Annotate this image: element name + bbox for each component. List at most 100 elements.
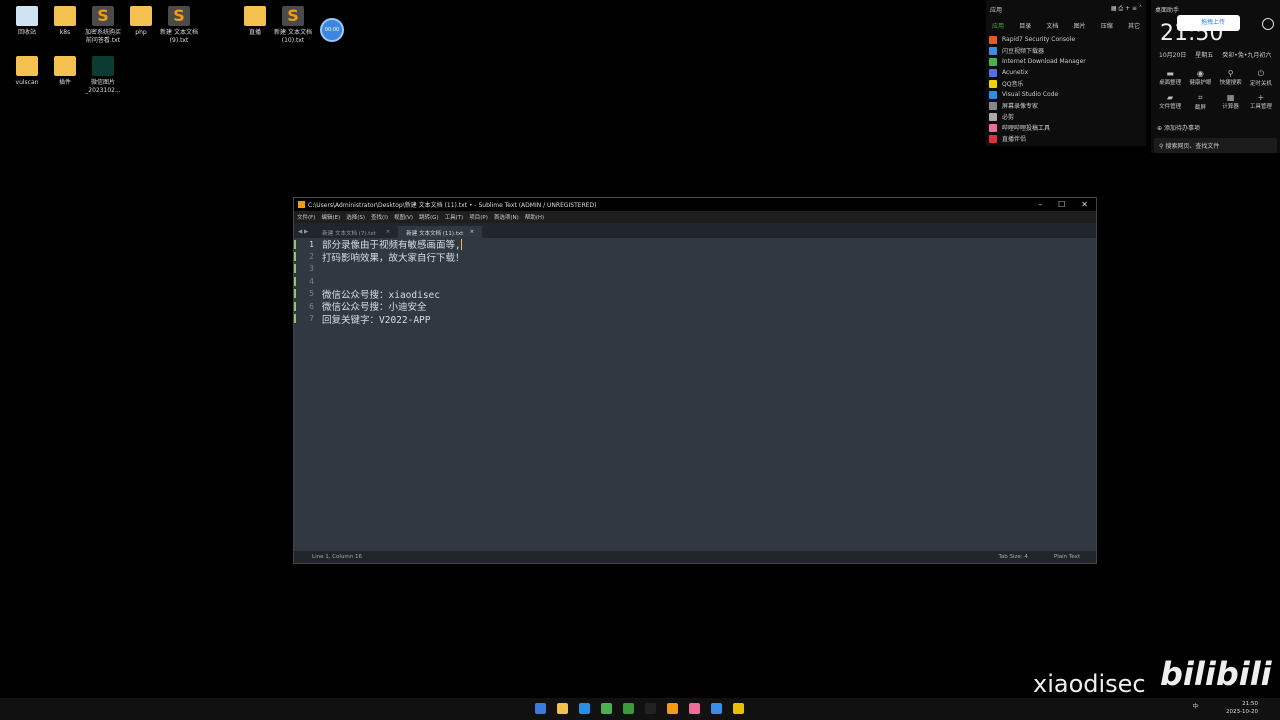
apps-tab[interactable]: 其它 [1128, 21, 1140, 30]
tool-button[interactable]: ⏻ 定时关机 [1246, 69, 1276, 87]
app-item[interactable]: Acunetix [986, 67, 1146, 78]
app-label: 必剪 [1002, 114, 1015, 121]
app-label: 直播伴侣 [1002, 136, 1027, 143]
close-button[interactable]: ✕ [1081, 200, 1088, 209]
desktop-icon[interactable]: vulscan [7, 56, 47, 87]
apps-tab[interactable]: 应用 [992, 21, 1004, 30]
date: 10月20日 [1159, 52, 1187, 59]
code-line: 3 [294, 263, 1096, 275]
tab-nav-arrows[interactable]: ◀ ▶ [294, 229, 314, 238]
add-todo-label: 添加待办事项 [1163, 125, 1200, 132]
taskbar-app-icon[interactable] [535, 703, 546, 714]
tool-button[interactable]: + 工具管理 [1246, 93, 1276, 111]
taskbar-app-icon[interactable] [645, 703, 656, 714]
menu-item[interactable]: 项目(P) [469, 213, 488, 221]
app-item[interactable]: 直播伴侣 [986, 133, 1146, 144]
app-item[interactable]: Visual Studio Code [986, 89, 1146, 100]
taskbar-app-icon[interactable] [689, 703, 700, 714]
folder-icon [244, 6, 266, 26]
bin-icon [16, 6, 38, 26]
app-icon [989, 79, 997, 88]
tab-close-icon[interactable]: × [470, 229, 475, 235]
taskbar-app-icon[interactable] [623, 703, 634, 714]
line-number: 2 [294, 252, 320, 262]
upload-button[interactable]: 拖拽上传 [1177, 15, 1240, 31]
taskbar-app-icon[interactable] [733, 703, 744, 714]
panel-controls-icon[interactable]: ▦ ⎙ + ≡ ˄ [1111, 5, 1142, 14]
menu-item[interactable]: 文件(F) [297, 213, 315, 221]
app-icon [989, 112, 997, 121]
desktop-icon[interactable]: S 加密系统购买前问答看.txt [83, 6, 123, 45]
menu-item[interactable]: 跳转(G) [419, 213, 439, 221]
tool-button[interactable]: ▦ 计算器 [1216, 93, 1246, 111]
tool-icon: ▰ [1167, 93, 1174, 102]
taskbar-app-icon[interactable] [579, 703, 590, 714]
weather-sun-icon [1262, 18, 1274, 30]
menu-bar: 文件(F) 编辑(E) 选择(S) 查找(I) 视图(V) 跳转(G) 工具(T) 项目(P)… [294, 211, 1096, 223]
app-item[interactable]: 哔哩哔哩投稿工具 [986, 122, 1146, 133]
system-tray[interactable]: 中 21:50 2023-10-20 [1192, 700, 1258, 716]
tool-button[interactable]: ▬ 桌面整理 [1155, 69, 1185, 87]
app-item[interactable]: Internet Download Manager [986, 56, 1146, 67]
desktop-icon[interactable]: 插件 [45, 56, 85, 87]
watermark-text: xiaodisec [1033, 670, 1146, 698]
tab-close-icon[interactable]: × [386, 229, 391, 235]
desktop-icon[interactable]: php [121, 6, 161, 37]
desktop-icon[interactable]: S 新建 文本文档 (9).txt [159, 6, 199, 45]
app-item[interactable]: 闪豆视频下载器 [986, 45, 1146, 56]
file-tab[interactable]: 新建 文本文档 (7).txt × [314, 226, 398, 238]
desktop-assistant: 桌面助手 21:50 拖拽上传 10月20日 星期五 癸卯•兔•九月初六 ▬ 桌面整理… [1151, 0, 1280, 153]
app-item[interactable]: QQ音乐 [986, 78, 1146, 89]
apps-tab[interactable]: 目录 [1019, 21, 1031, 30]
desktop-icon-label: php [135, 29, 147, 36]
taskbar-app-icon[interactable] [601, 703, 612, 714]
file-tab[interactable]: 新建 文本文档 (11).txt × [398, 226, 483, 238]
tool-label: 桌面整理 [1159, 80, 1182, 86]
weekday: 星期五 [1195, 52, 1214, 59]
taskbar-app-icon[interactable] [667, 703, 678, 714]
minimize-button[interactable]: – [1038, 200, 1042, 209]
apps-tab[interactable]: 文档 [1046, 21, 1058, 30]
menu-item[interactable]: 工具(T) [445, 213, 464, 221]
desktop-icon[interactable]: 回收站 [7, 6, 47, 37]
apps-tab[interactable]: 图片 [1074, 21, 1086, 30]
desktop-icon[interactable]: k8s [45, 6, 85, 37]
tool-button[interactable]: ◉ 健康护眼 [1185, 69, 1215, 87]
tool-button[interactable]: ⌗ 截屏 [1185, 93, 1215, 111]
taskbar-app-icon[interactable] [711, 703, 722, 714]
editor[interactable]: 1 部分录像由于视频有敏感画面等, 2 打码影响效果，故大家自行下载！ 3 4 5 微信公众号… [294, 238, 1096, 551]
desktop-icon[interactable]: 微信图片_2023102... [83, 56, 123, 95]
taskbar-app-icon[interactable] [557, 703, 568, 714]
menu-item[interactable]: 选择(S) [346, 213, 365, 221]
add-todo-button[interactable]: ⊕ 添加待办事项 [1151, 117, 1280, 138]
app-label: Visual Studio Code [1002, 91, 1059, 98]
tool-icon: ⌗ [1198, 93, 1203, 102]
ime-indicator[interactable]: 中 [1192, 703, 1198, 711]
title-bar: C:\Users\Administrator\Desktop\新建 文本文档 (… [294, 198, 1096, 211]
line-number: 6 [294, 301, 320, 311]
desktop-icon-label: 直播 [248, 29, 261, 36]
menu-item[interactable]: 帮助(H) [525, 213, 544, 221]
desktop-icon[interactable]: 直播 [235, 6, 275, 37]
tab-size[interactable]: Tab Size: 4 [998, 554, 1027, 560]
subl-icon: S [282, 6, 304, 26]
menu-item[interactable]: 编辑(E) [321, 213, 340, 221]
maximize-button[interactable]: ☐ [1058, 200, 1065, 209]
syntax[interactable]: Plain Text [1054, 554, 1080, 560]
app-label: 哔哩哔哩投稿工具 [1002, 125, 1051, 132]
tool-button[interactable]: ⚲ 快捷搜索 [1216, 69, 1246, 87]
app-item[interactable]: 必剪 [986, 111, 1146, 122]
app-item[interactable]: Rapid7 Security Console [986, 34, 1146, 45]
assistant-search-input[interactable]: ⚲ 搜索网页、查找文件 [1154, 138, 1277, 153]
app-item[interactable]: 屏幕录像专家 [986, 100, 1146, 111]
menu-item[interactable]: 查找(I) [371, 213, 388, 221]
desktop-icon[interactable]: S 新建 文本文档 (10).txt [273, 6, 313, 45]
menu-item[interactable]: 首选项(N) [494, 213, 519, 221]
clock-widget[interactable]: 00:00 [320, 18, 344, 42]
apps-tab[interactable]: 压缩 [1101, 21, 1113, 30]
app-label: Internet Download Manager [1002, 58, 1086, 65]
code-line: 4 [294, 275, 1096, 287]
tool-button[interactable]: ▰ 文件管理 [1155, 93, 1185, 111]
tool-icon: + [1257, 93, 1265, 102]
menu-item[interactable]: 视图(V) [394, 213, 413, 221]
